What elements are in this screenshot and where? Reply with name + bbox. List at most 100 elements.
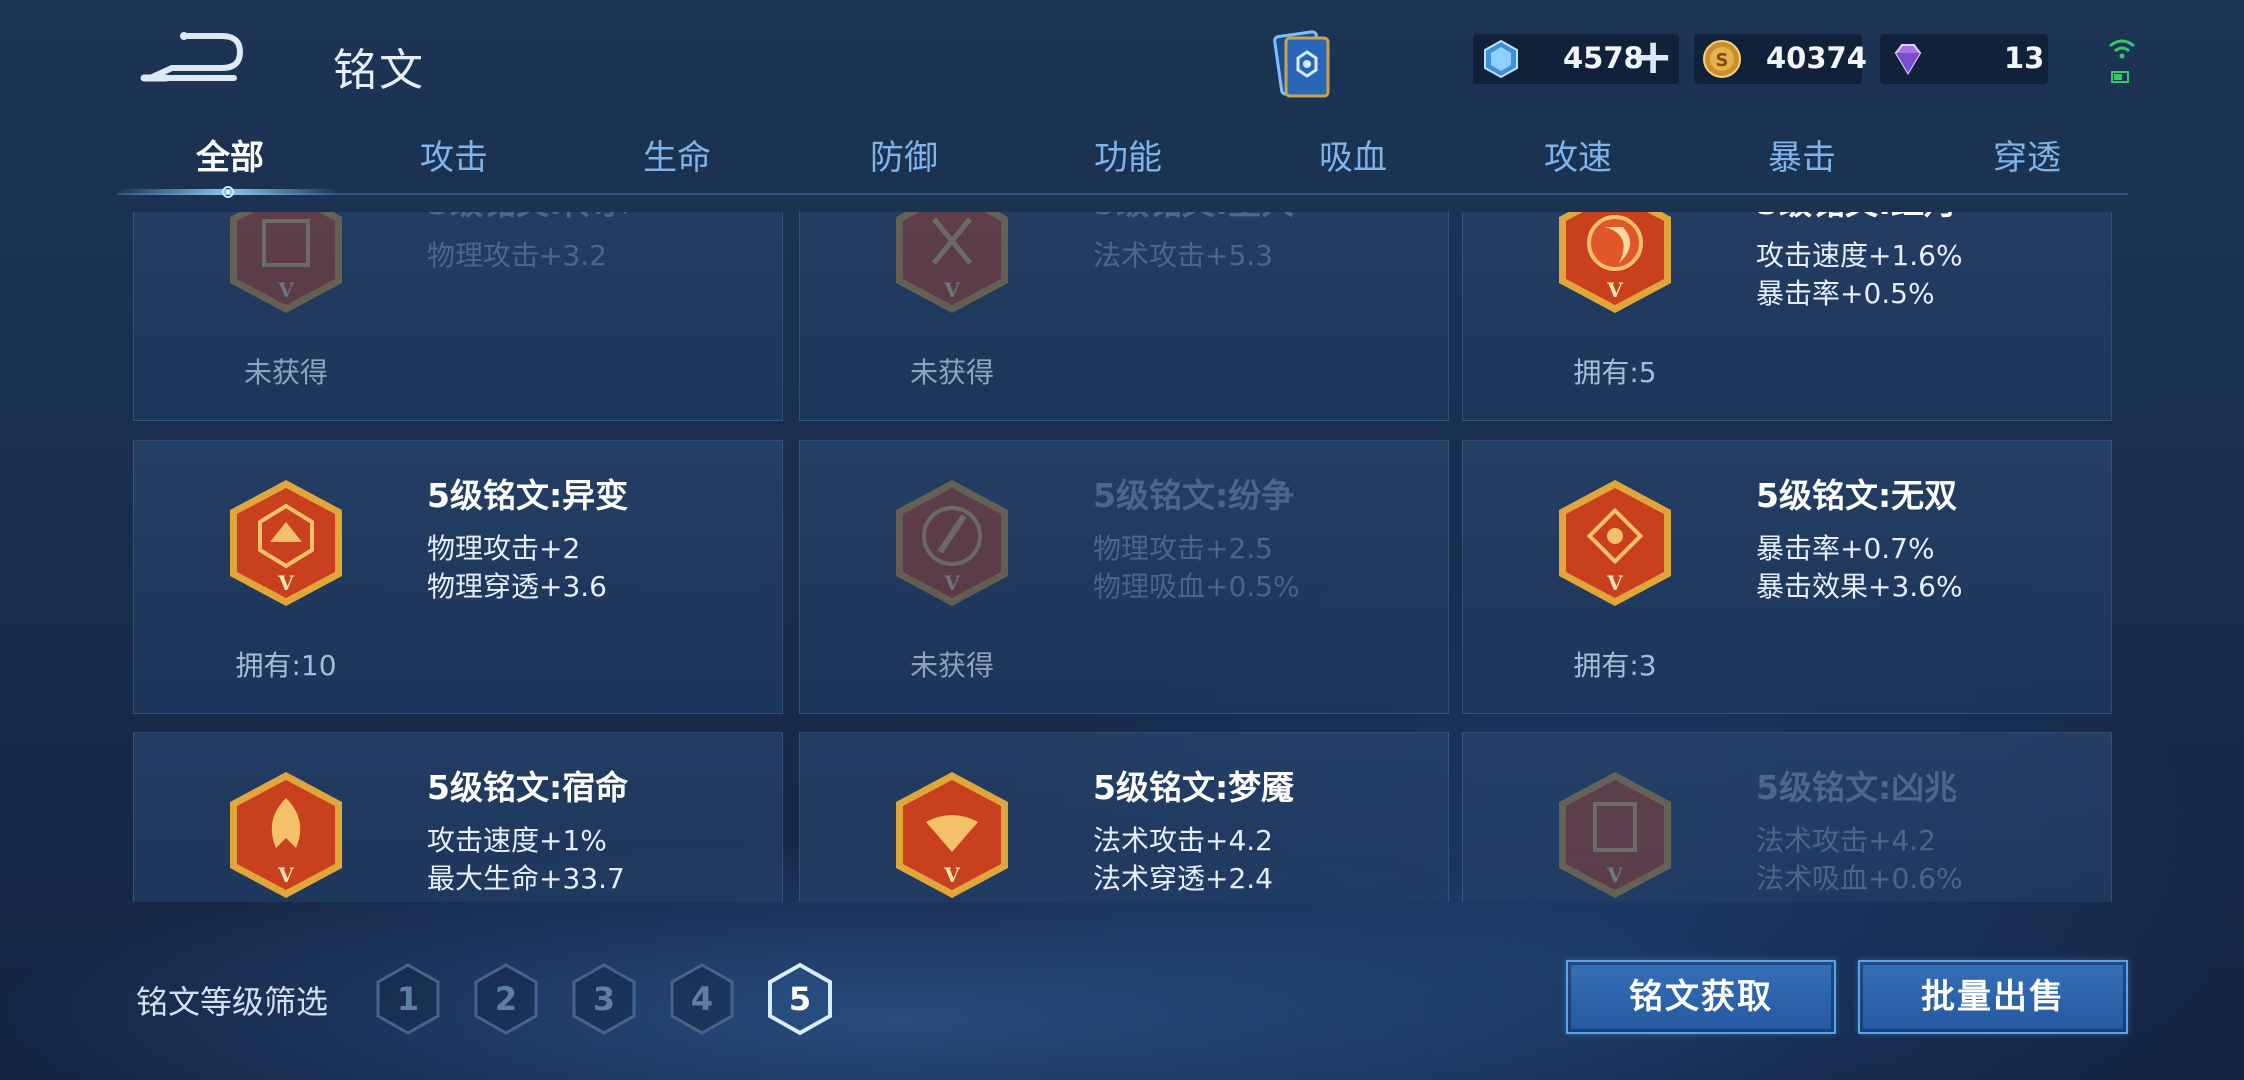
level-filter-5[interactable]: 5 xyxy=(766,962,834,1036)
gold-coin-icon: S xyxy=(1703,40,1741,78)
bulk-sell-button[interactable]: 批量出售 xyxy=(1858,960,2128,1034)
inscription-name: 5级铭文:凶兆 xyxy=(1756,768,1958,807)
inscription-status: 拥有:5 xyxy=(1573,356,1657,389)
inscription-card[interactable]: V 5级铭文:凶兆 法术攻击+4.2 法术吸血+0.6% xyxy=(1462,732,2112,902)
level-filter-label: 铭文等级筛选 xyxy=(136,983,329,1021)
tab-lifesteal[interactable]: 吸血 xyxy=(1273,130,1433,190)
acquire-inscription-button[interactable]: 铭文获取 xyxy=(1566,960,1836,1034)
inscription-badge-icon: V xyxy=(1559,772,1671,898)
gem-icon xyxy=(1894,44,1922,75)
tab-divider xyxy=(118,193,2128,195)
svg-text:V: V xyxy=(277,863,294,887)
inscription-card[interactable]: V 5级铭文:梦魇 法术攻击+4.2 法术穿透+2.4 xyxy=(799,732,1449,902)
inscription-stat: 法术攻击+4.2 xyxy=(1756,824,1936,857)
inscription-name: 5级铭文:红月 xyxy=(1756,212,1957,224)
inscription-card[interactable]: V 5级铭文:传承 物理攻击+3.2 未获得 xyxy=(133,212,783,421)
svg-text:V: V xyxy=(943,863,960,887)
inscription-status: 拥有:3 xyxy=(1573,649,1657,682)
tab-all[interactable]: 全部 xyxy=(150,130,310,190)
diamond-icon xyxy=(1484,39,1518,79)
inscription-badge-icon: V xyxy=(230,480,342,606)
page-title: 铭文 xyxy=(333,45,425,96)
back-button[interactable] xyxy=(136,30,244,86)
level-number: 1 xyxy=(396,980,420,1018)
svg-text:V: V xyxy=(1606,571,1623,595)
inscription-stat: 攻击速度+1.6% xyxy=(1756,239,1963,272)
svg-text:V: V xyxy=(943,571,960,595)
inscription-name: 5级铭文:宿命 xyxy=(427,768,629,807)
gem-value: 13 xyxy=(2004,41,2045,75)
level-number: 5 xyxy=(788,980,812,1018)
level-number: 2 xyxy=(494,980,518,1018)
wifi-icon xyxy=(2106,34,2138,86)
inscription-badge-icon: V xyxy=(896,772,1008,898)
svg-text:V: V xyxy=(277,571,294,595)
tab-critical[interactable]: 暴击 xyxy=(1722,130,1882,190)
inscription-card[interactable]: V 5级铭文:宿命 攻击速度+1% 最大生命+33.7 xyxy=(133,732,783,902)
inscription-stat: 法术攻击+5.3 xyxy=(1093,239,1273,272)
inscription-card[interactable]: V 5级铭文:圣人 法术攻击+5.3 未获得 xyxy=(799,212,1449,421)
svg-text:S: S xyxy=(1716,50,1729,71)
inscription-stat: 暴击率+0.5% xyxy=(1756,277,1935,310)
tab-attack-speed[interactable]: 攻速 xyxy=(1498,130,1658,190)
inscription-stat: 物理攻击+3.2 xyxy=(427,239,607,272)
level-filter-4[interactable]: 4 xyxy=(668,962,736,1036)
add-diamond-button[interactable]: + xyxy=(1633,33,1673,81)
inscription-stat: 攻击速度+1% xyxy=(427,824,607,857)
level-filter-1[interactable]: 1 xyxy=(374,962,442,1036)
inscription-stat: 法术吸血+0.6% xyxy=(1756,862,1963,895)
level-number: 3 xyxy=(592,980,616,1018)
inscription-stat: 物理攻击+2 xyxy=(427,532,581,565)
inscription-card[interactable]: V 5级铭文:无双 暴击率+0.7% 暴击效果+3.6% 拥有:3 xyxy=(1462,440,2112,714)
inscription-status: 拥有:10 xyxy=(235,649,337,682)
inscription-stat: 物理攻击+2.5 xyxy=(1093,532,1273,565)
inscription-badge-icon: V xyxy=(1559,480,1671,606)
inscription-badge-icon: V xyxy=(230,212,342,313)
tab-penetration[interactable]: 穿透 xyxy=(1947,130,2107,190)
diamond-value: 4578 xyxy=(1563,41,1644,75)
inscription-card-icon[interactable] xyxy=(1268,28,1338,102)
svg-text:V: V xyxy=(943,278,960,302)
inscription-stat: 法术攻击+4.2 xyxy=(1093,824,1273,857)
inscription-badge-icon: V xyxy=(896,480,1008,606)
gold-value: 40374 xyxy=(1766,41,1867,75)
inscription-card[interactable]: V 5级铭文:异变 物理攻击+2 物理穿透+3.6 拥有:10 xyxy=(133,440,783,714)
diamond-counter: 4578 + xyxy=(1473,33,1679,84)
inscription-stat: 物理穿透+3.6 xyxy=(427,570,607,603)
inscription-grid[interactable]: V 5级铭文:传承 物理攻击+3.2 未获得 V 5级铭文:圣人 法术攻击+5.… xyxy=(120,212,2130,902)
level-filter-3[interactable]: 3 xyxy=(570,962,638,1036)
inscription-status: 未获得 xyxy=(243,356,328,389)
svg-text:V: V xyxy=(1606,278,1623,302)
inscription-name: 5级铭文:梦魇 xyxy=(1093,768,1295,807)
back-arrow-icon xyxy=(140,32,243,82)
tab-attack[interactable]: 攻击 xyxy=(374,130,534,190)
inscription-stat: 暴击效果+3.6% xyxy=(1756,570,1963,603)
inscription-name: 5级铭文:异变 xyxy=(427,476,629,515)
level-filter-2[interactable]: 2 xyxy=(472,962,540,1036)
inscription-badge-icon: V xyxy=(896,212,1008,313)
inscription-status: 未获得 xyxy=(909,649,994,682)
tab-health[interactable]: 生命 xyxy=(597,130,757,190)
inscription-name: 5级铭文:圣人 xyxy=(1093,212,1294,224)
inscription-card[interactable]: V 5级铭文:红月 攻击速度+1.6% 暴击率+0.5% 拥有:5 xyxy=(1462,212,2112,421)
inscription-badge-icon: V xyxy=(1559,212,1671,313)
inscription-status: 未获得 xyxy=(909,356,994,389)
inscription-badge-icon: V xyxy=(230,772,342,898)
svg-text:V: V xyxy=(277,278,294,302)
inscription-name: 5级铭文:传承 xyxy=(427,212,628,224)
inscription-stat: 法术穿透+2.4 xyxy=(1093,862,1273,895)
inscription-name: 5级铭文:无双 xyxy=(1756,476,1958,515)
tab-utility[interactable]: 功能 xyxy=(1048,130,1208,190)
inscription-card[interactable]: V 5级铭文:纷争 物理攻击+2.5 物理吸血+0.5% 未获得 xyxy=(799,440,1449,714)
category-tabs: 全部 攻击 生命 防御 功能 吸血 攻速 暴击 穿透 xyxy=(110,130,2126,196)
tab-defense[interactable]: 防御 xyxy=(824,130,984,190)
tab-indicator-dot xyxy=(222,186,234,198)
level-number: 4 xyxy=(690,980,714,1018)
inscription-stat: 暴击率+0.7% xyxy=(1756,532,1935,565)
gold-counter: S 40374 xyxy=(1694,34,1867,84)
gem-counter: 13 xyxy=(1880,34,2048,84)
inscription-name: 5级铭文:纷争 xyxy=(1093,476,1295,515)
inscription-stat: 物理吸血+0.5% xyxy=(1093,570,1300,603)
inscription-stat: 最大生命+33.7 xyxy=(427,862,625,895)
svg-text:V: V xyxy=(1606,863,1623,887)
